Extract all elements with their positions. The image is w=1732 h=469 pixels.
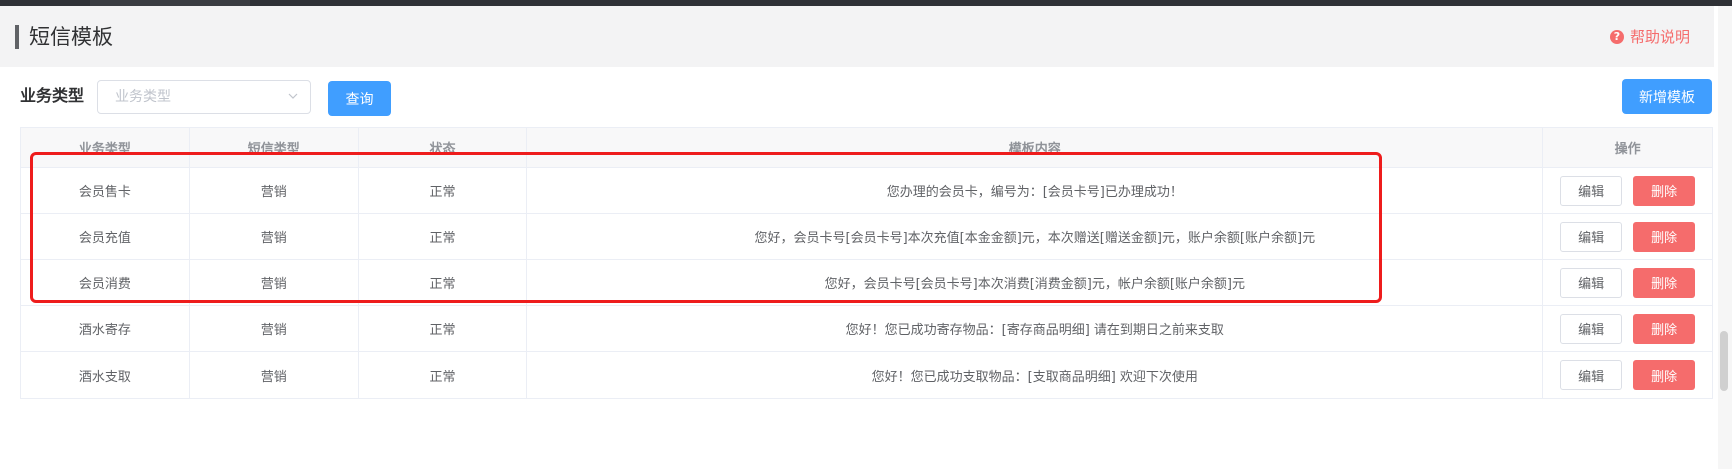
cell-actions: 编辑 删除: [1543, 214, 1712, 259]
select-placeholder: 业务类型: [115, 89, 171, 105]
cell-status: 正常: [359, 306, 528, 351]
delete-button[interactable]: 删除: [1633, 267, 1696, 298]
table-row: 会员售卡 营销 正常 您办理的会员卡，编号为：[会员卡号]已办理成功！ 编辑 删…: [21, 168, 1712, 214]
edit-button[interactable]: 编辑: [1560, 175, 1623, 206]
cell-sms-type: 营销: [190, 352, 359, 398]
column-header-status: 状态: [359, 128, 528, 167]
page-header: 短信模板 ? 帮助说明: [0, 6, 1714, 67]
column-header-sms-type: 短信类型: [190, 128, 359, 167]
business-type-label: 业务类型: [20, 86, 85, 105]
cell-actions: 编辑 删除: [1543, 168, 1712, 213]
edit-button[interactable]: 编辑: [1560, 360, 1623, 390]
cell-content: 您好！您已成功寄存物品：[寄存商品明细] 请在到期日之前来支取: [527, 306, 1544, 351]
cell-sms-type: 营销: [190, 214, 359, 259]
cell-status: 正常: [359, 352, 528, 398]
title-accent-bar: [15, 25, 19, 49]
table-row: 会员消费 营销 正常 您好，会员卡号[会员卡号]本次消费[消费金额]元，帐户余额…: [21, 260, 1712, 306]
cell-sms-type: 营销: [190, 306, 359, 351]
cell-business-type: 会员充值: [21, 214, 190, 259]
cell-sms-type: 营销: [190, 260, 359, 305]
query-button[interactable]: 查询: [328, 81, 391, 116]
table-row: 会员充值 营销 正常 您好，会员卡号[会员卡号]本次充值[本金金额]元，本次赠送…: [21, 214, 1712, 260]
cell-business-type: 酒水寄存: [21, 306, 190, 351]
column-header-actions: 操作: [1614, 142, 1641, 157]
add-template-button[interactable]: 新增模板: [1622, 79, 1712, 114]
edit-button[interactable]: 编辑: [1560, 221, 1623, 252]
page-scrollbar[interactable]: [1718, 6, 1732, 469]
column-header-content: 模板内容: [527, 128, 1544, 167]
cell-actions: 编辑 删除: [1543, 260, 1712, 305]
table-row: 酒水支取 营销 正常 您好！您已成功支取物品：[支取商品明细] 欢迎下次使用 编…: [21, 352, 1712, 398]
template-table: 业务类型 短信类型 状态 模板内容 操作 会员售卡 营销 正常 您办理的会员卡，…: [20, 127, 1713, 399]
cell-business-type: 会员消费: [21, 260, 190, 305]
delete-button[interactable]: 删除: [1633, 221, 1696, 252]
cell-status: 正常: [359, 214, 528, 259]
cell-business-type: 酒水支取: [21, 352, 190, 398]
delete-button[interactable]: 删除: [1633, 360, 1696, 390]
help-label: 帮助说明: [1629, 28, 1690, 46]
table-row: 酒水寄存 营销 正常 您好！您已成功寄存物品：[寄存商品明细] 请在到期日之前来…: [21, 306, 1712, 352]
cell-actions: 编辑 删除: [1543, 306, 1712, 351]
cell-content: 您好，会员卡号[会员卡号]本次充值[本金金额]元，本次赠送[赠送金额]元，账户余…: [527, 214, 1544, 259]
page-title: 短信模板: [29, 25, 113, 49]
chevron-down-icon: [288, 93, 298, 99]
edit-button[interactable]: 编辑: [1560, 267, 1623, 298]
cell-content: 您好！您已成功支取物品：[支取商品明细] 欢迎下次使用: [527, 352, 1544, 398]
scrollbar-thumb[interactable]: [1720, 331, 1728, 391]
delete-button[interactable]: 删除: [1633, 175, 1696, 206]
edit-button[interactable]: 编辑: [1560, 313, 1623, 344]
cell-business-type: 会员售卡: [21, 168, 190, 213]
cell-status: 正常: [359, 260, 528, 305]
help-link[interactable]: ? 帮助说明: [1609, 28, 1690, 46]
cell-actions: 编辑 删除: [1543, 352, 1712, 398]
business-type-select[interactable]: 业务类型: [97, 80, 311, 114]
cell-content: 您好，会员卡号[会员卡号]本次消费[消费金额]元，帐户余额[账户余额]元: [527, 260, 1544, 305]
question-circle-icon: ?: [1609, 30, 1624, 44]
column-header-business-type: 业务类型: [21, 128, 190, 167]
delete-button[interactable]: 删除: [1633, 313, 1696, 344]
table-header-row: 业务类型 短信类型 状态 模板内容 操作: [21, 128, 1712, 168]
cell-content: 您办理的会员卡，编号为：[会员卡号]已办理成功！: [527, 168, 1544, 213]
cell-status: 正常: [359, 168, 528, 213]
cell-sms-type: 营销: [190, 168, 359, 213]
